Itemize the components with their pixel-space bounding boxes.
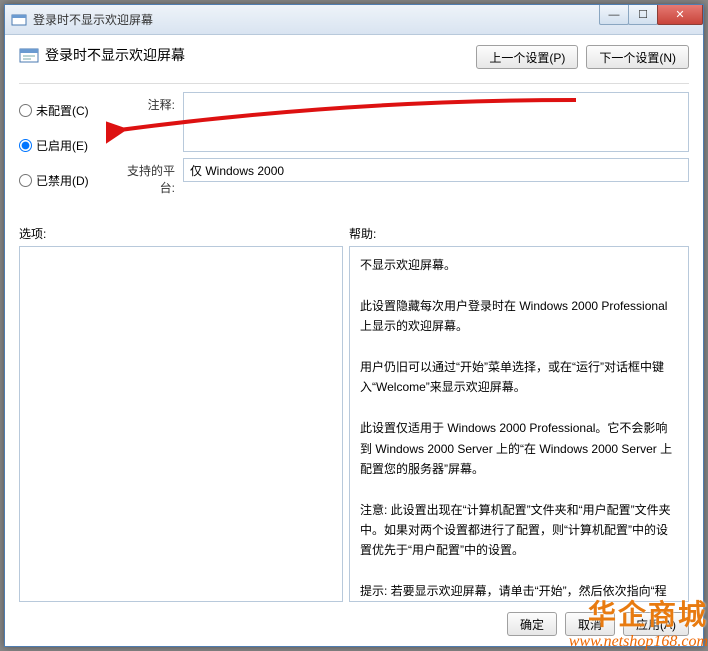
radio-disabled[interactable]: 已禁用(D) bbox=[19, 172, 115, 189]
radio-enabled-label: 已启用(E) bbox=[36, 137, 88, 154]
dialog-footer: 确定 取消 应用(A) bbox=[19, 602, 689, 636]
help-p1: 不显示欢迎屏幕。 bbox=[360, 255, 678, 275]
apply-button[interactable]: 应用(A) bbox=[623, 612, 689, 636]
dialog-window: 登录时不显示欢迎屏幕 — ☐ ✕ 登录时不显示欢迎屏幕 上一个设置(P) 下一个… bbox=[4, 4, 704, 647]
comment-label: 注释: bbox=[115, 92, 183, 152]
radio-not-configured[interactable]: 未配置(C) bbox=[19, 102, 115, 119]
help-p5: 注意: 此设置出现在“计算机配置”文件夹和“用户配置”文件夹中。如果对两个设置都… bbox=[360, 500, 678, 561]
policy-header-icon bbox=[19, 45, 39, 65]
options-label: 选项: bbox=[19, 225, 349, 242]
help-p2: 此设置隐藏每次用户登录时在 Windows 2000 Professional … bbox=[360, 296, 678, 337]
minimize-button[interactable]: — bbox=[599, 5, 629, 25]
window-controls: — ☐ ✕ bbox=[600, 5, 703, 25]
maximize-button[interactable]: ☐ bbox=[628, 5, 658, 25]
state-radios: 未配置(C) 已启用(E) 已禁用(D) bbox=[19, 92, 115, 207]
ok-button[interactable]: 确定 bbox=[507, 612, 557, 636]
next-setting-button[interactable]: 下一个设置(N) bbox=[586, 45, 689, 69]
policy-title: 登录时不显示欢迎屏幕 bbox=[45, 45, 185, 65]
divider bbox=[19, 83, 689, 84]
titlebar[interactable]: 登录时不显示欢迎屏幕 — ☐ ✕ bbox=[5, 5, 703, 35]
comment-input[interactable] bbox=[183, 92, 689, 152]
help-p4: 此设置仅适用于 Windows 2000 Professional。它不会影响到… bbox=[360, 418, 678, 479]
cancel-button[interactable]: 取消 bbox=[565, 612, 615, 636]
radio-disabled-label: 已禁用(D) bbox=[36, 172, 89, 189]
radio-not-configured-label: 未配置(C) bbox=[36, 102, 89, 119]
platform-value: 仅 Windows 2000 bbox=[183, 158, 689, 182]
radio-enabled[interactable]: 已启用(E) bbox=[19, 137, 115, 154]
radio-enabled-input[interactable] bbox=[19, 139, 32, 152]
help-label: 帮助: bbox=[349, 225, 376, 242]
help-p6: 提示: 若要显示欢迎屏幕，请单击“开始”，然后依次指向“程序”、“附件”、“系统… bbox=[360, 581, 678, 602]
close-button[interactable]: ✕ bbox=[657, 5, 703, 25]
help-p3: 用户仍旧可以通过“开始”菜单选择，或在“运行”对话框中键入“Welcome”来显… bbox=[360, 357, 678, 398]
help-pane[interactable]: 不显示欢迎屏幕。 此设置隐藏每次用户登录时在 Windows 2000 Prof… bbox=[349, 246, 689, 602]
prev-setting-button[interactable]: 上一个设置(P) bbox=[476, 45, 578, 69]
radio-not-configured-input[interactable] bbox=[19, 104, 32, 117]
dialog-content: 登录时不显示欢迎屏幕 上一个设置(P) 下一个设置(N) 未配置(C) 已启用(… bbox=[5, 35, 703, 646]
window-title: 登录时不显示欢迎屏幕 bbox=[33, 11, 600, 28]
radio-disabled-input[interactable] bbox=[19, 174, 32, 187]
options-pane bbox=[19, 246, 343, 602]
platform-label: 支持的平台: bbox=[115, 158, 183, 196]
policy-icon bbox=[11, 12, 27, 28]
